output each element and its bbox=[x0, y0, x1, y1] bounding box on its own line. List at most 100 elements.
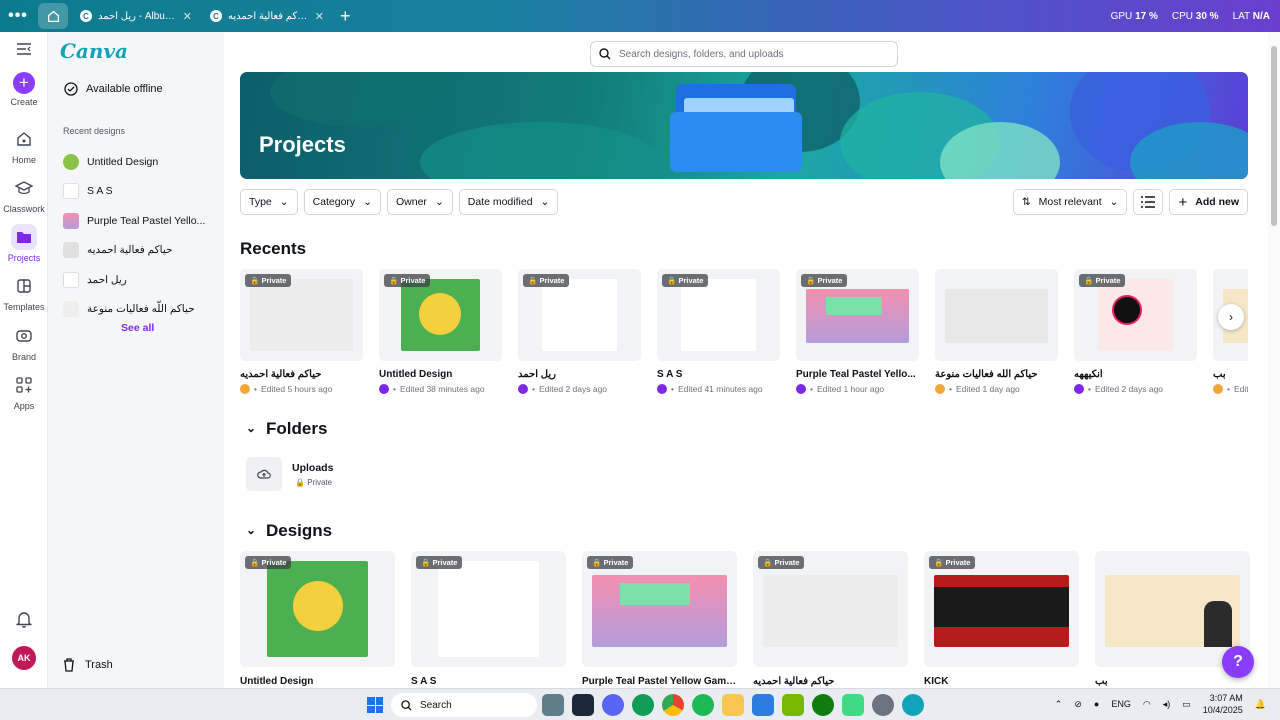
design-title: حياكم فعالية احمديه bbox=[240, 369, 322, 380]
edited-time: Edited 41 minutes ago bbox=[677, 384, 763, 394]
recent-design-item[interactable]: Purple Teal Pastel Yello... bbox=[63, 206, 218, 236]
design-meta: • Edited 2 days ago bbox=[518, 384, 641, 394]
design-card[interactable]: 🔒 Private Purple Teal Pastel Yellow Game… bbox=[582, 551, 737, 687]
recent-card[interactable]: حياكم اللّه فعاليات منوعة • Edited 1 day … bbox=[935, 269, 1058, 394]
canva-logo[interactable]: Canva bbox=[60, 39, 128, 63]
help-button[interactable]: ? bbox=[1222, 646, 1254, 678]
search-bar[interactable] bbox=[590, 41, 898, 67]
close-icon[interactable]: ✕ bbox=[315, 10, 324, 23]
recent-design-item[interactable]: حياكم اللّه فعاليات منوعة bbox=[63, 295, 218, 325]
browser-menu-icon[interactable]: ••• bbox=[0, 7, 36, 25]
create-button[interactable]: + Create bbox=[0, 72, 48, 107]
wifi-icon[interactable]: ◠ bbox=[1143, 699, 1151, 710]
rail-classwork[interactable]: Classwork bbox=[0, 175, 48, 214]
nvidia-app-icon[interactable] bbox=[782, 694, 804, 716]
rail-projects[interactable]: Projects bbox=[0, 224, 48, 263]
rail-home[interactable]: Home bbox=[0, 126, 48, 165]
design-title: S A S bbox=[657, 369, 683, 380]
taskbar-search[interactable]: Search bbox=[391, 693, 537, 717]
android-app-icon[interactable] bbox=[842, 694, 864, 716]
filter-date-modified[interactable]: Date modified ⌄ bbox=[458, 189, 559, 215]
scrollbar-thumb[interactable] bbox=[1271, 46, 1277, 226]
filter-category[interactable]: Category ⌄ bbox=[303, 189, 381, 215]
private-label: Private bbox=[261, 558, 287, 567]
private-label: Private bbox=[1095, 276, 1121, 285]
private-badge: 🔒 Private bbox=[929, 556, 976, 569]
cpu-value: 30 % bbox=[1195, 10, 1219, 22]
chrome-app-icon[interactable] bbox=[662, 694, 684, 716]
canva-app-icon[interactable] bbox=[902, 694, 924, 716]
recent-design-item[interactable]: Untitled Design bbox=[63, 147, 218, 177]
store-app-icon[interactable] bbox=[752, 694, 774, 716]
recent-card[interactable]: 🔒 Private S A S • Edited 41 minutes ago bbox=[657, 269, 780, 394]
file-explorer-icon[interactable] bbox=[722, 694, 744, 716]
design-card[interactable]: 🔒 Private KICK bbox=[924, 551, 1079, 687]
recent-card[interactable]: 🔒 Private حياكم فعالية احمديه • Edited 5 … bbox=[240, 269, 363, 394]
design-card[interactable]: 🔒 Private حياكم فعالية احمديه bbox=[753, 551, 908, 687]
notification-bell-icon[interactable]: 🔔 bbox=[1255, 699, 1266, 710]
collapse-menu-icon[interactable] bbox=[17, 42, 31, 60]
design-card[interactable]: 🔒 Private Untitled Design bbox=[240, 551, 395, 687]
left-rail: + Create Home Classwork Projects Templat… bbox=[0, 32, 48, 688]
design-preview bbox=[267, 561, 368, 657]
design-preview bbox=[542, 279, 617, 351]
recent-card[interactable]: بب •Edite... bbox=[1213, 269, 1248, 394]
design-preview bbox=[401, 279, 480, 351]
trash-item[interactable]: Trash bbox=[63, 658, 113, 672]
home-tab-button[interactable] bbox=[38, 3, 68, 29]
windows-start-icon[interactable] bbox=[367, 697, 383, 713]
steam-app-icon[interactable] bbox=[572, 694, 594, 716]
browser-tab-2[interactable]: C حياكم فعالية احمديه - ... ✕ bbox=[204, 3, 330, 29]
battery-icon[interactable]: ▭ bbox=[1182, 699, 1191, 710]
recent-card[interactable]: 🔒 Private Untitled Design • Edited 38 min… bbox=[379, 269, 502, 394]
network-off-icon[interactable]: ⊘ bbox=[1074, 699, 1082, 710]
scrollbar[interactable] bbox=[1268, 32, 1280, 688]
designs-collapse-icon[interactable]: ⌄ bbox=[246, 523, 256, 537]
spotify-app-icon[interactable] bbox=[692, 694, 714, 716]
filter-type[interactable]: Type ⌄ bbox=[240, 189, 298, 215]
settings-gear-icon[interactable] bbox=[872, 694, 894, 716]
filter-owner[interactable]: Owner ⌄ bbox=[387, 189, 453, 215]
discord-app-icon[interactable] bbox=[602, 694, 624, 716]
see-all-link[interactable]: See all bbox=[121, 322, 154, 334]
clock[interactable]: 3:07 AM 10/4/2025 bbox=[1203, 692, 1243, 716]
folder-uploads[interactable]: Uploads 🔒 Private bbox=[246, 457, 333, 491]
brand-label: Brand bbox=[11, 352, 37, 362]
avatar[interactable]: AK bbox=[12, 646, 36, 670]
design-preview bbox=[763, 575, 898, 647]
side-panel: Canva Available offline Recent designs U… bbox=[48, 32, 224, 688]
search-input[interactable] bbox=[619, 48, 879, 60]
browser-tab-1[interactable]: C ريل احمد - Album Co... ✕ bbox=[74, 3, 198, 29]
recent-card[interactable]: 🔒 Private ريل احمد • Edited 2 days ago bbox=[518, 269, 641, 394]
rail-templates[interactable]: Templates bbox=[0, 273, 48, 312]
sort-dropdown[interactable]: ⇅ Most relevant ⌄ bbox=[1012, 189, 1128, 215]
microphone-icon[interactable]: ● bbox=[1094, 699, 1099, 709]
recent-design-item[interactable]: ريل احمد bbox=[63, 265, 218, 295]
recent-design-item[interactable]: حياكم فعالية احمديه bbox=[63, 236, 218, 266]
rail-apps[interactable]: Apps bbox=[0, 372, 48, 411]
private-badge: 🔒 Private bbox=[384, 274, 431, 287]
design-tile: 🔒 Private bbox=[411, 551, 566, 667]
camera-app-icon[interactable] bbox=[542, 694, 564, 716]
design-card[interactable]: 🔒 Private S A S bbox=[411, 551, 566, 687]
recent-card[interactable]: 🔒 Private انكيههه • Edited 2 days ago bbox=[1074, 269, 1197, 394]
carousel-next-button[interactable]: › bbox=[1218, 304, 1244, 330]
xbox-app-icon[interactable] bbox=[812, 694, 834, 716]
design-tile: 🔒 Private bbox=[240, 269, 363, 361]
available-offline-item[interactable]: Available offline bbox=[64, 82, 163, 96]
bell-icon[interactable] bbox=[15, 610, 33, 633]
new-tab-button[interactable]: + bbox=[340, 6, 351, 27]
close-icon[interactable]: ✕ bbox=[183, 10, 192, 23]
folders-collapse-icon[interactable]: ⌄ bbox=[246, 421, 256, 435]
language-indicator[interactable]: ENG bbox=[1111, 699, 1131, 709]
recent-design-item[interactable]: S A S bbox=[63, 177, 218, 207]
recent-card[interactable]: 🔒 Private Purple Teal Pastel Yello... • E… bbox=[796, 269, 919, 394]
volume-icon[interactable]: ◂) bbox=[1163, 699, 1171, 710]
edge-app-icon[interactable] bbox=[632, 694, 654, 716]
chevron-up-icon[interactable]: ⌃ bbox=[1055, 699, 1063, 710]
rail-brand[interactable]: Brand bbox=[0, 323, 48, 362]
list-view-button[interactable] bbox=[1133, 189, 1164, 215]
design-title: انكيههه bbox=[1074, 369, 1103, 380]
design-title: Untitled Design bbox=[379, 369, 453, 380]
add-new-button[interactable]: + Add new bbox=[1169, 189, 1248, 215]
